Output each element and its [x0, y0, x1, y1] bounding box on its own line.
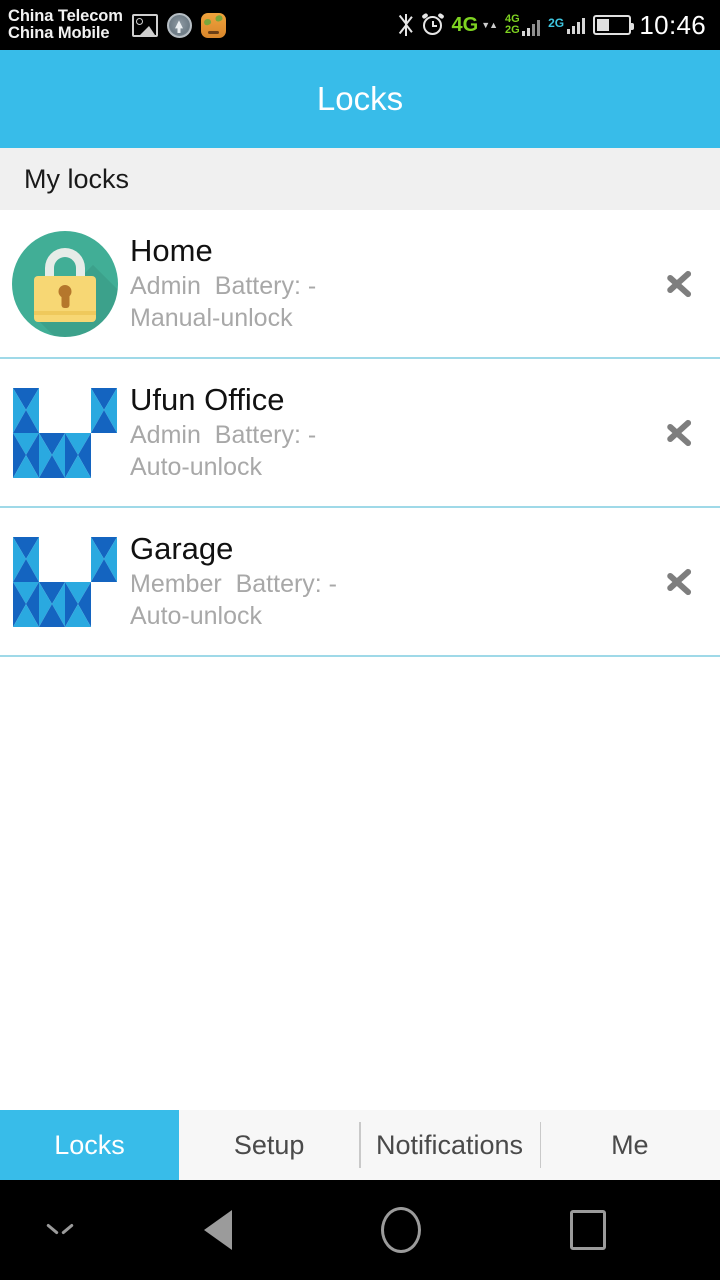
sim1-network-label: 4G — [451, 14, 479, 36]
carrier-line-1: China Telecom — [8, 7, 123, 26]
sim1-signal-indicator: 4G ▼▲ — [451, 14, 499, 36]
lock-name: Ufun Office — [130, 381, 285, 417]
status-bar-right: 4G ▼▲ 4G 2G 2G 10:46 — [398, 10, 706, 41]
back-triangle-icon[interactable] — [204, 1210, 233, 1250]
battery-icon — [593, 15, 635, 35]
home-circle-icon[interactable] — [380, 1207, 421, 1253]
tab-setup-label: Setup — [233, 1129, 305, 1160]
ufun-u-logo-icon — [0, 358, 130, 507]
chevron-right-icon[interactable] — [638, 260, 720, 308]
sim3-signal-bars-icon — [567, 16, 586, 34]
locks-list: Home Admin Battery: - Manual-unlock Ufun… — [0, 210, 720, 657]
page-title: Locks — [316, 80, 404, 117]
lock-unlock-mode: Manual-unlock — [130, 303, 293, 332]
lock-name: Garage — [130, 530, 234, 566]
lock-unlock-mode: Auto-unlock — [130, 601, 263, 630]
sim3-signal-indicator: 2G — [548, 16, 586, 34]
list-item-garage[interactable]: Garage Member Battery: - Auto-unlock — [0, 508, 720, 657]
tab-notifications-label: Notifications — [375, 1129, 524, 1160]
lock-battery: Battery: - — [214, 421, 317, 450]
carrier-labels: China Telecom China Mobile — [8, 8, 123, 42]
carrier-line-2: China Mobile — [8, 24, 110, 42]
phone-screen: China Telecom China Mobile 4G ▼▲ 4G 2G 2… — [0, 0, 720, 1280]
recents-square-icon[interactable] — [569, 1210, 606, 1250]
lock-role-battery: Member Battery: - — [130, 569, 638, 601]
padlock-avatar-icon — [0, 209, 130, 358]
tab-me-label: Me — [611, 1129, 649, 1160]
sim3-network-label: 2G — [548, 16, 565, 30]
alien-app-icon — [200, 12, 226, 38]
alarm-icon — [420, 12, 445, 36]
status-bar-left: China Telecom China Mobile — [8, 8, 226, 42]
section-header-my-locks: My locks — [0, 148, 720, 210]
sim2-signal-bars-icon — [521, 18, 541, 36]
tab-notifications[interactable]: Notifications — [359, 1110, 539, 1180]
tab-setup[interactable]: Setup — [179, 1110, 359, 1180]
chevron-right-icon[interactable] — [638, 558, 720, 606]
tab-me[interactable]: Me — [539, 1110, 720, 1180]
section-header-label: My locks — [24, 163, 130, 194]
sim2-network-label-bottom: 2G — [505, 24, 520, 36]
status-bar: China Telecom China Mobile 4G ▼▲ 4G 2G 2… — [0, 0, 720, 50]
chevron-right-icon[interactable] — [638, 409, 720, 457]
app-bar: Locks — [0, 50, 720, 148]
lock-role: Admin — [130, 272, 201, 301]
photo-icon — [131, 13, 158, 37]
ufun-u-logo-icon — [0, 507, 130, 656]
bottom-tab-bar: Locks Setup Notifications Me — [0, 1110, 720, 1180]
list-item-text-group: Garage Member Battery: - Auto-unlock — [130, 531, 638, 633]
list-item-text-group: Ufun Office Admin Battery: - Auto-unlock — [130, 382, 638, 484]
tab-locks-label: Locks — [54, 1129, 125, 1160]
lock-unlock-mode: Auto-unlock — [130, 452, 263, 481]
lock-battery: Battery: - — [235, 570, 338, 599]
lock-role-battery: Admin Battery: - — [130, 420, 638, 452]
lock-role: Admin — [130, 421, 201, 450]
list-item-text-group: Home Admin Battery: - Manual-unlock — [130, 233, 638, 335]
system-update-icon — [166, 12, 192, 38]
bluetooth-icon — [398, 13, 414, 37]
list-item-ufun-office[interactable]: Ufun Office Admin Battery: - Auto-unlock — [0, 359, 720, 508]
status-bar-clock: 10:46 — [639, 9, 706, 40]
lock-role: Member — [130, 570, 222, 599]
lock-battery: Battery: - — [214, 272, 317, 301]
tab-locks[interactable]: Locks — [0, 1110, 179, 1180]
chevron-down-icon[interactable] — [0, 1223, 120, 1237]
lock-role-battery: Admin Battery: - — [130, 271, 638, 303]
list-item-home[interactable]: Home Admin Battery: - Manual-unlock — [0, 210, 720, 359]
data-transfer-arrows-icon: ▼▲ — [481, 19, 498, 30]
lock-name: Home — [130, 232, 213, 268]
sim2-signal-indicator: 4G 2G — [505, 14, 541, 36]
android-navigation-bar — [0, 1180, 720, 1280]
